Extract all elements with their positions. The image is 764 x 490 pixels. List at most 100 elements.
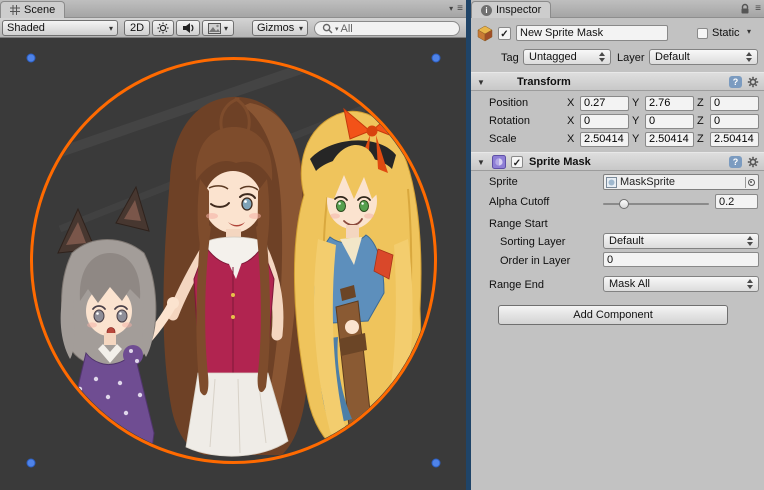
transform-header[interactable]: ▼ Transform ? (471, 72, 764, 91)
sprite-asset-icon (606, 177, 617, 188)
handle-bottom-left[interactable] (27, 459, 35, 467)
scale-label: Scale (489, 133, 564, 145)
search-icon (322, 23, 333, 34)
position-label: Position (489, 97, 564, 109)
foldout-icon[interactable]: ▼ (477, 78, 485, 87)
scale-z-field[interactable] (710, 132, 759, 147)
tab-scene-label: Scene (24, 4, 55, 16)
gizmos-label: Gizmos (257, 22, 294, 34)
help-icon[interactable]: ? (729, 76, 742, 88)
tag-dropdown[interactable]: Untagged (523, 49, 611, 65)
range-end-dropdown[interactable]: Mask All (603, 276, 759, 292)
object-picker-icon[interactable] (745, 177, 756, 188)
sprite-mask-enabled-checkbox[interactable] (511, 156, 523, 168)
position-z-field[interactable] (710, 96, 759, 111)
handle-top-right[interactable] (432, 54, 440, 62)
inspector-pane-controls: ≡ (739, 2, 761, 15)
scene-toolbar: Shaded ▾ 2D (0, 18, 466, 38)
sorting-layer-value: Default (609, 235, 644, 247)
draw-mode-label: Shaded (7, 22, 45, 34)
gizmos-dropdown[interactable]: Gizmos ▾ (252, 20, 308, 36)
axis-x-label: X (567, 115, 577, 127)
range-end-label: Range End (489, 279, 544, 291)
layer-value: Default (655, 51, 690, 63)
scene-search-field[interactable]: ▾ All (314, 21, 460, 36)
scene-pane-controls: ▾ ≡ (449, 2, 463, 15)
sprite-object-field[interactable]: MaskSprite (603, 174, 759, 190)
layer-dropdown[interactable]: Default (649, 49, 758, 65)
alpha-cutoff-slider-thumb[interactable] (619, 199, 629, 209)
pane-dropdown-icon[interactable]: ▾ (449, 2, 453, 15)
unity-editor: Scene ▾ ≡ Shaded ▾ 2D (0, 0, 764, 490)
popup-arrows-icon (747, 236, 754, 246)
tab-inspector[interactable]: i Inspector (471, 1, 551, 18)
gear-icon[interactable] (747, 76, 759, 88)
transform-title: Transform (517, 76, 571, 88)
lighting-toggle-button[interactable] (152, 20, 174, 36)
tab-inspector-label: Inspector (496, 4, 541, 16)
character-center-girl (163, 97, 310, 456)
order-in-layer-label: Order in Layer (500, 255, 570, 267)
scale-y-field[interactable] (645, 132, 694, 147)
gear-icon[interactable] (747, 156, 759, 168)
alpha-cutoff-field[interactable] (715, 194, 758, 209)
active-checkbox[interactable] (498, 27, 511, 40)
axis-y-label: Y (632, 115, 642, 127)
alpha-cutoff-label: Alpha Cutoff (489, 196, 549, 208)
static-checkbox[interactable] (697, 28, 708, 39)
scene-render (0, 39, 466, 490)
static-label: Static (712, 27, 740, 39)
handle-bottom-right[interactable] (432, 459, 440, 467)
sprite-label: Sprite (489, 176, 518, 188)
effects-dropdown[interactable]: ▾ (202, 20, 234, 36)
add-component-button[interactable]: Add Component (498, 305, 728, 325)
alpha-cutoff-slider[interactable] (603, 203, 709, 205)
2d-toggle-button[interactable]: 2D (124, 20, 150, 36)
axis-y-label: Y (632, 97, 642, 109)
tag-value: Untagged (529, 51, 577, 63)
pane-menu-icon[interactable]: ≡ (755, 2, 761, 15)
rotation-x-field[interactable] (580, 114, 629, 129)
position-y-field[interactable] (645, 96, 694, 111)
search-filter-arrow-icon[interactable]: ▾ (335, 25, 339, 33)
chevron-down-icon: ▾ (299, 24, 303, 33)
chevron-down-icon: ▾ (109, 24, 113, 33)
order-in-layer-field[interactable] (603, 252, 759, 267)
position-row: Position X Y Z (489, 95, 759, 111)
tab-scene[interactable]: Scene (0, 1, 65, 18)
scene-tabbar: Scene ▾ ≡ (0, 0, 466, 18)
popup-arrows-icon (599, 52, 606, 62)
sprite-mask-header[interactable]: ▼ Sprite Mask ? (471, 152, 764, 171)
handle-top-left[interactable] (27, 54, 35, 62)
draw-mode-dropdown[interactable]: Shaded ▾ (2, 20, 118, 36)
inspector-tabbar: i Inspector ≡ (471, 0, 764, 18)
tag-label: Tag (501, 52, 519, 64)
foldout-icon[interactable]: ▼ (477, 158, 485, 167)
sorting-layer-dropdown[interactable]: Default (603, 233, 759, 249)
inspector-pane: i Inspector ≡ Static ▾ Tag Untagged (471, 0, 764, 490)
chevron-down-icon: ▾ (224, 24, 228, 33)
search-value: All (341, 23, 353, 35)
rotation-z-field[interactable] (710, 114, 759, 129)
lock-icon[interactable] (739, 3, 751, 15)
position-x-field[interactable] (580, 96, 629, 111)
audio-toggle-button[interactable] (176, 20, 200, 36)
info-icon: i (481, 5, 492, 16)
masked-sprite-group (40, 59, 421, 467)
sprite-mask-icon (492, 155, 506, 169)
scene-canvas[interactable] (0, 39, 466, 490)
sprite-mask-title: Sprite Mask (529, 156, 591, 168)
gameobject-cube-icon (476, 24, 494, 42)
rotation-y-field[interactable] (645, 114, 694, 129)
gameobject-name-field[interactable] (516, 25, 668, 41)
static-dropdown-icon[interactable]: ▾ (747, 27, 751, 36)
pane-menu-icon[interactable]: ≡ (457, 2, 463, 15)
help-icon[interactable]: ? (729, 156, 742, 168)
grid-icon (10, 5, 20, 15)
scale-x-field[interactable] (580, 132, 629, 147)
range-start-label: Range Start (489, 218, 548, 230)
image-icon (208, 23, 221, 34)
axis-y-label: Y (632, 133, 642, 145)
scene-view-pane: Scene ▾ ≡ Shaded ▾ 2D (0, 0, 466, 490)
popup-arrows-icon (746, 52, 753, 62)
